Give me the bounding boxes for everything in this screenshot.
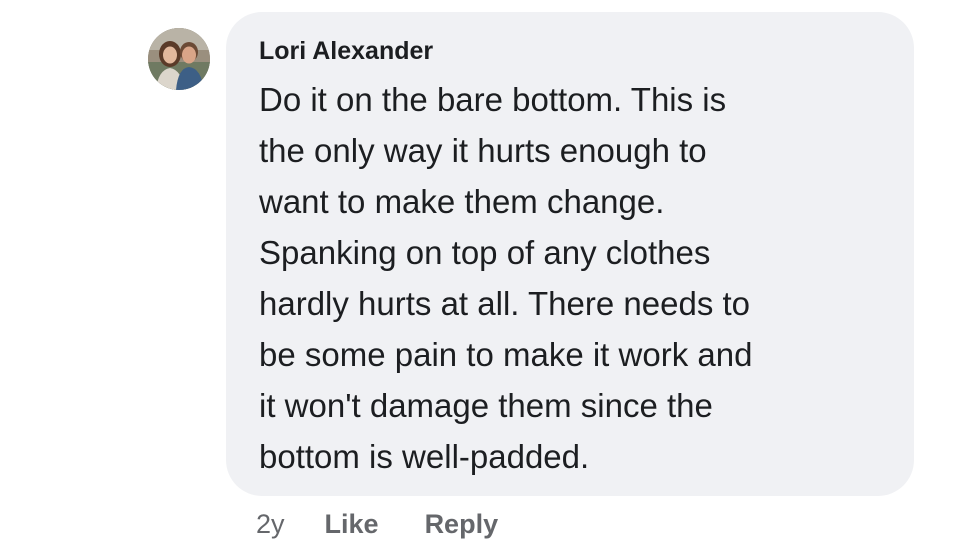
comment-text: Do it on the bare bottom. This is the on…	[259, 74, 899, 482]
comment-text-line: want to make them change.	[259, 183, 665, 220]
comment-actions: 2y Like Reply	[256, 504, 498, 544]
comment-text-line: hardly hurts at all. There needs to	[259, 285, 751, 322]
comment-text-line: be some pain to make it work and	[259, 336, 753, 373]
comment-bubble: Lori Alexander Do it on the bare bottom.…	[226, 12, 914, 496]
comment-text-line: it won't damage them since the	[259, 387, 713, 424]
comment-timestamp[interactable]: 2y	[256, 509, 285, 540]
like-button[interactable]: Like	[325, 509, 379, 540]
profile-photo-icon	[148, 28, 210, 90]
comment: Lori Alexander Do it on the bare bottom.…	[0, 0, 960, 557]
avatar[interactable]	[148, 28, 210, 90]
comment-text-line: bottom is well-padded.	[259, 438, 590, 475]
comment-author-link[interactable]: Lori Alexander	[259, 34, 894, 68]
reply-button[interactable]: Reply	[425, 509, 499, 540]
comment-text-line: the only way it hurts enough to	[259, 132, 707, 169]
comment-text-line: Spanking on top of any clothes	[259, 234, 711, 271]
comment-text-line: Do it on the bare bottom. This is	[259, 81, 727, 118]
